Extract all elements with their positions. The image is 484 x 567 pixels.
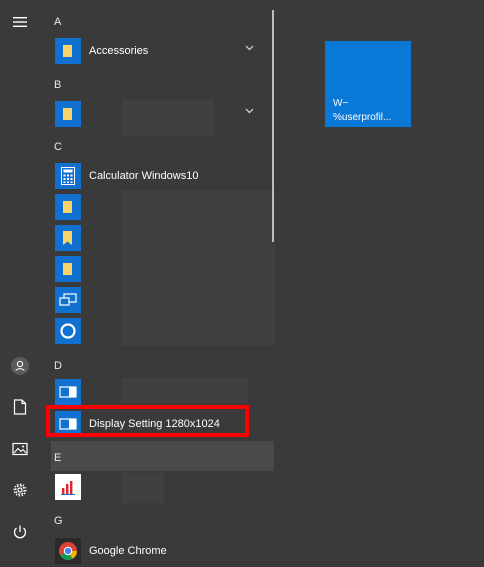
- redacted-area: [122, 378, 248, 403]
- power-button[interactable]: [0, 514, 40, 550]
- display-app-icon: [55, 379, 81, 405]
- tile-label-line1: W~: [333, 98, 349, 109]
- app-label: Calculator Windows10: [89, 170, 199, 182]
- folder-icon: [55, 38, 81, 64]
- redacted-area: [122, 190, 275, 346]
- letter-header-b[interactable]: B: [54, 79, 61, 91]
- user-avatar-icon: [11, 357, 29, 375]
- calculator-icon: [55, 163, 81, 189]
- picture-icon: [12, 442, 28, 456]
- pinned-tile-userprofile[interactable]: W~ %userprofil...: [325, 41, 411, 127]
- letter-header-e[interactable]: E: [54, 452, 61, 464]
- redacted-area: [122, 100, 214, 136]
- documents-button[interactable]: [0, 389, 40, 425]
- bar-chart-icon: [55, 474, 81, 500]
- gear-icon: [13, 483, 27, 497]
- user-account-button[interactable]: [0, 348, 40, 384]
- expand-menu-button[interactable]: [0, 4, 40, 40]
- folder-icon: [55, 256, 81, 282]
- app-list: A Accessories B C Calculator Windows10 D…: [40, 0, 275, 564]
- folder-icon: [55, 194, 81, 220]
- document-icon: [13, 399, 27, 415]
- letter-header-a[interactable]: A: [54, 16, 61, 28]
- letter-header-d[interactable]: D: [54, 360, 62, 372]
- chrome-icon: [55, 538, 81, 564]
- bookmark-folder-icon: [55, 225, 81, 251]
- cast-screen-icon: [55, 287, 81, 313]
- hamburger-icon: [13, 17, 27, 27]
- cortana-icon: [55, 318, 81, 344]
- folder-icon: [55, 101, 81, 127]
- power-icon: [13, 525, 27, 539]
- chevron-down-icon: [245, 108, 254, 114]
- highlight-box: [46, 405, 249, 437]
- letter-header-g[interactable]: G: [54, 515, 63, 527]
- app-label: Accessories: [89, 45, 149, 57]
- app-item-chrome[interactable]: Google Chrome: [53, 537, 268, 567]
- redacted-area: [51, 441, 274, 471]
- app-list-scrollbar[interactable]: [272, 10, 274, 242]
- chevron-down-icon: [245, 45, 254, 51]
- start-rail: [0, 0, 40, 550]
- app-item-calculator[interactable]: Calculator Windows10: [53, 162, 268, 192]
- tile-label-line2: %userprofil...: [333, 112, 392, 123]
- settings-button[interactable]: [0, 472, 40, 508]
- redacted-area: [122, 473, 164, 503]
- app-item-accessories[interactable]: Accessories: [53, 37, 268, 67]
- app-label: Google Chrome: [89, 545, 167, 557]
- pictures-button[interactable]: [0, 431, 40, 467]
- letter-header-c[interactable]: C: [54, 141, 62, 153]
